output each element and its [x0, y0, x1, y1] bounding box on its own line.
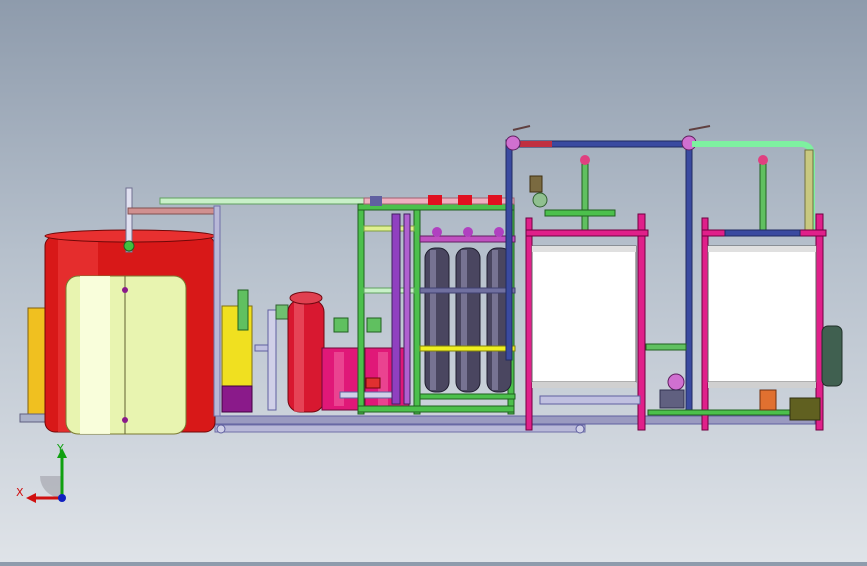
riser-pipe	[213, 205, 221, 417]
pressure-gauge	[580, 155, 590, 165]
valve-block	[275, 304, 289, 320]
tank-top-pipe	[544, 209, 616, 217]
pump-pipe	[237, 289, 249, 331]
flow-meter	[529, 175, 543, 193]
pump-motor	[221, 385, 253, 413]
pressure-vessel-1[interactable]	[424, 227, 450, 393]
bottom-pipe	[539, 395, 641, 405]
pipe-coupling	[488, 195, 502, 205]
dosing-valve	[365, 377, 381, 389]
pipe-coupling	[458, 195, 472, 205]
pipe-coupling	[428, 195, 442, 205]
skid-rail	[647, 409, 799, 416]
valve-handwheel[interactable]	[505, 135, 521, 151]
x-axis-label: X	[16, 486, 24, 499]
purple-pipe	[403, 213, 411, 405]
top-supply-pipe	[159, 197, 371, 205]
y-axis-label: Y	[57, 442, 64, 455]
pressure-vessel-2[interactable]	[455, 227, 481, 393]
pump-motor	[659, 389, 685, 409]
cream-storage-tank[interactable]	[65, 275, 187, 435]
triad-axes	[26, 448, 67, 503]
pipe-coupling	[370, 196, 382, 206]
triad-arc	[40, 476, 62, 498]
sample-pipe	[759, 161, 767, 233]
pump-pipe	[645, 343, 687, 351]
z-axis-dot	[58, 494, 66, 502]
sample-pipe	[581, 161, 589, 233]
vessel-band	[419, 287, 516, 294]
high-pipe-section	[520, 141, 552, 147]
tank-top-pipe	[724, 229, 801, 237]
tank-valve	[123, 240, 135, 252]
vessel-band	[419, 345, 516, 352]
dosing-pipe	[339, 391, 401, 399]
coordinate-triad: X Y	[14, 440, 84, 510]
valve	[532, 192, 548, 208]
high-riser-pipe	[505, 139, 513, 361]
model-canvas	[19, 125, 843, 435]
valve	[759, 389, 777, 411]
dosing-pump	[333, 317, 349, 333]
top-feed-pipe	[127, 207, 219, 215]
base-skid-pipe	[214, 415, 816, 425]
right-riser-pipe	[685, 140, 693, 412]
vessel-band	[419, 393, 516, 400]
pump-head	[667, 373, 685, 391]
drain-valve	[575, 424, 585, 434]
cad-viewport[interactable]: X Y	[0, 0, 867, 562]
red-filter-vessel[interactable]	[287, 291, 325, 413]
return-pipe	[692, 141, 815, 236]
dosing-pump	[366, 317, 382, 333]
return-pipe-drop	[804, 149, 814, 235]
pressure-gauge	[758, 155, 768, 165]
x-axis-head	[26, 493, 36, 503]
motor-base	[789, 397, 821, 421]
motor	[821, 325, 843, 387]
drain-valve	[216, 424, 226, 434]
pump-riser	[267, 309, 277, 411]
dosing-tank-1[interactable]	[321, 347, 363, 411]
purple-pipe	[391, 213, 401, 405]
